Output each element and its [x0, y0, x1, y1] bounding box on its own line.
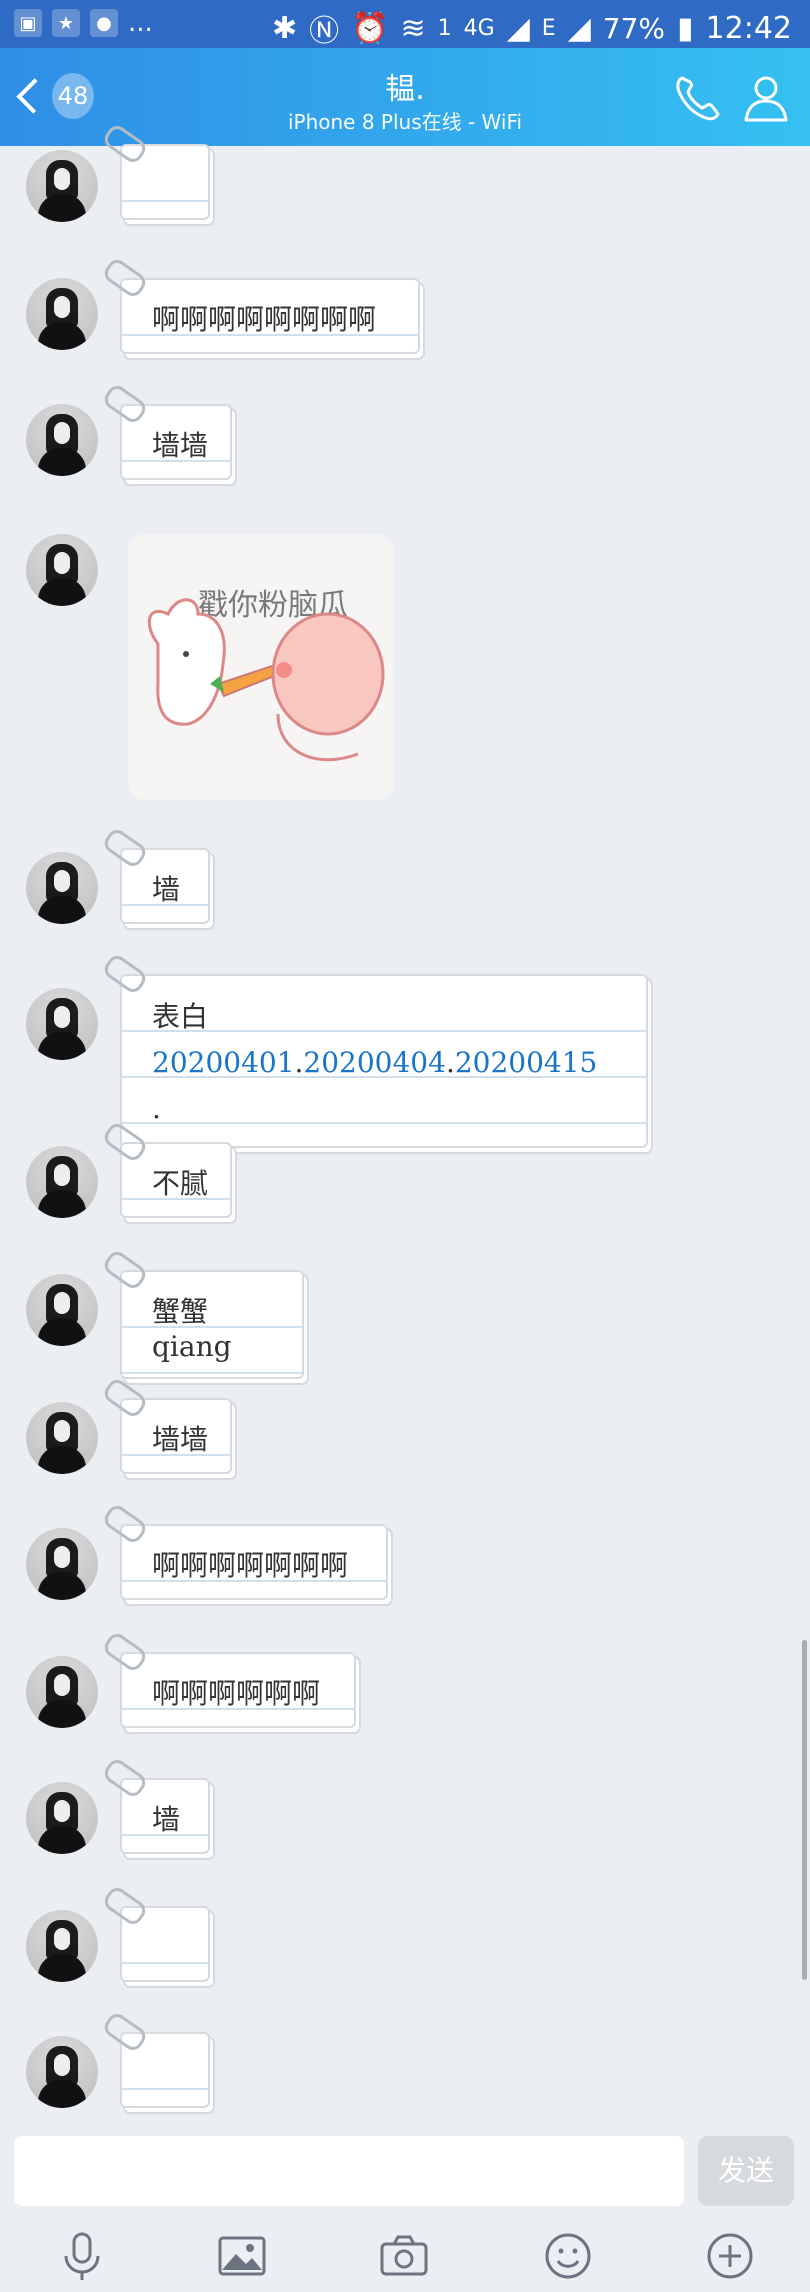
message-bubble[interactable]: 墙 — [100, 1756, 210, 1854]
avatar[interactable] — [26, 404, 98, 476]
message-bubble[interactable]: 墙墙 — [100, 1376, 232, 1474]
message-text: 不腻 — [152, 1167, 209, 1200]
phone-icon[interactable] — [668, 68, 728, 128]
status-bar: ▣ ★ ● ... ✱ Ⓝ ⏰ ≋ 1 4G ◢ E ◢ 77% ▮ 12:42 — [0, 0, 810, 49]
message-bubble[interactable]: 啊啊啊啊啊啊 — [100, 1630, 356, 1728]
send-button[interactable]: 发送 — [698, 2136, 794, 2206]
paperclip-icon — [100, 1630, 150, 1674]
wechat-notification-icon: ● — [90, 9, 118, 37]
message-text: 表白 — [152, 1000, 209, 1033]
nfc-icon: Ⓝ — [309, 14, 340, 49]
message-bubble[interactable]: 表白20200401.20200404.20200415. — [100, 952, 648, 1148]
avatar[interactable] — [26, 1274, 98, 1346]
sticker-image[interactable]: 戳你粉脑瓜 — [128, 534, 394, 800]
message-bubble[interactable] — [100, 2010, 210, 2108]
avatar[interactable] — [26, 150, 98, 222]
input-bar: 发送 — [0, 2122, 810, 2220]
avatar[interactable] — [26, 1528, 98, 1600]
profile-icon[interactable] — [736, 68, 796, 128]
paperclip-icon — [100, 2010, 150, 2054]
paperclip-icon — [100, 1884, 150, 1928]
avatar[interactable] — [26, 2036, 98, 2108]
paperclip-icon — [100, 382, 150, 426]
more-notifications: ... — [128, 8, 153, 38]
message-bubble[interactable] — [100, 122, 210, 220]
input-toolbar — [0, 2220, 810, 2292]
plus-icon[interactable] — [702, 2228, 758, 2284]
message-text: 墙墙 — [152, 429, 209, 462]
bunny-sticker-illustration — [147, 598, 385, 762]
link-separator: . — [445, 1046, 455, 1079]
signal-icon-2: ◢ — [567, 10, 591, 46]
star-notification-icon: ★ — [52, 9, 80, 37]
avatar[interactable] — [26, 278, 98, 350]
date-link[interactable]: 20200401 — [152, 1046, 295, 1079]
message-text: 啊啊啊啊啊啊啊 — [152, 1549, 349, 1582]
wifi-icon: ≋ — [400, 10, 426, 46]
avatar[interactable] — [26, 1146, 98, 1218]
message-text-suffix: . — [152, 1092, 161, 1125]
avatar[interactable] — [26, 852, 98, 924]
paperclip-icon — [100, 1376, 150, 1420]
message-text: 墙 — [152, 873, 181, 906]
message-text: 蟹蟹qiang — [152, 1295, 232, 1363]
clock: 12:42 — [705, 10, 792, 46]
emoji-icon[interactable] — [540, 2228, 596, 2284]
bluetooth-icon: ✱ — [272, 10, 298, 46]
message-text: 啊啊啊啊啊啊 — [152, 1677, 321, 1710]
paperclip-icon — [100, 1756, 150, 1800]
image-icon[interactable] — [214, 2228, 270, 2284]
date-link[interactable]: 20200415 — [455, 1046, 598, 1079]
avatar[interactable] — [26, 988, 98, 1060]
paperclip-icon — [100, 256, 150, 300]
message-bubble[interactable]: 啊啊啊啊啊啊啊 — [100, 1502, 388, 1600]
message-bubble[interactable] — [100, 1884, 210, 1982]
message-text: 墙 — [152, 1803, 181, 1836]
message-bubble[interactable]: 蟹蟹qiang — [100, 1248, 304, 1379]
avatar[interactable] — [26, 1656, 98, 1728]
avatar[interactable] — [26, 1402, 98, 1474]
camera-icon[interactable] — [376, 2228, 432, 2284]
message-bubble[interactable]: 不腻 — [100, 1120, 232, 1218]
network-4g-label: 4G — [463, 15, 495, 41]
microphone-icon[interactable] — [54, 2228, 110, 2284]
scrollbar[interactable] — [802, 1640, 807, 1980]
sim-badge: 1 — [437, 15, 452, 41]
gallery-notification-icon: ▣ — [14, 9, 42, 37]
battery-icon: ▮ — [677, 10, 694, 46]
avatar[interactable] — [26, 534, 98, 606]
signal-icon: ◢ — [506, 10, 530, 46]
paperclip-icon — [100, 952, 150, 996]
date-link[interactable]: 20200404 — [303, 1046, 446, 1079]
message-input[interactable] — [14, 2136, 684, 2206]
avatar[interactable] — [26, 1782, 98, 1854]
avatar[interactable] — [26, 1910, 98, 1982]
alarm-icon: ⏰ — [351, 10, 389, 46]
message-text: 啊啊啊啊啊啊啊啊 — [152, 303, 377, 336]
message-bubble[interactable]: 墙墙 — [100, 382, 232, 480]
message-text: 墙墙 — [152, 1423, 209, 1456]
network-e-label: E — [541, 15, 556, 41]
paperclip-icon — [100, 1502, 150, 1546]
message-bubble[interactable]: 墙 — [100, 826, 210, 924]
battery-percent: 77% — [602, 11, 666, 45]
message-bubble[interactable]: 啊啊啊啊啊啊啊啊 — [100, 256, 420, 354]
paperclip-icon — [100, 826, 150, 870]
paperclip-icon — [100, 1248, 150, 1292]
